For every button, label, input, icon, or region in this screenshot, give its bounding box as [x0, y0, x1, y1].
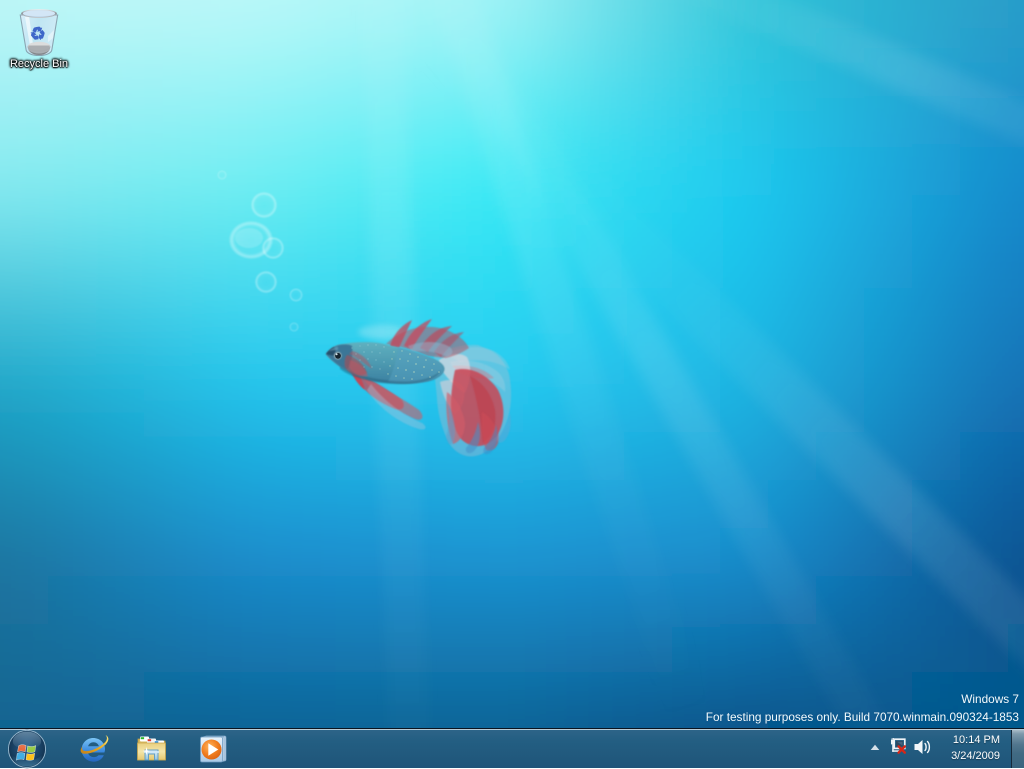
svg-text:♻: ♻ — [28, 23, 47, 45]
